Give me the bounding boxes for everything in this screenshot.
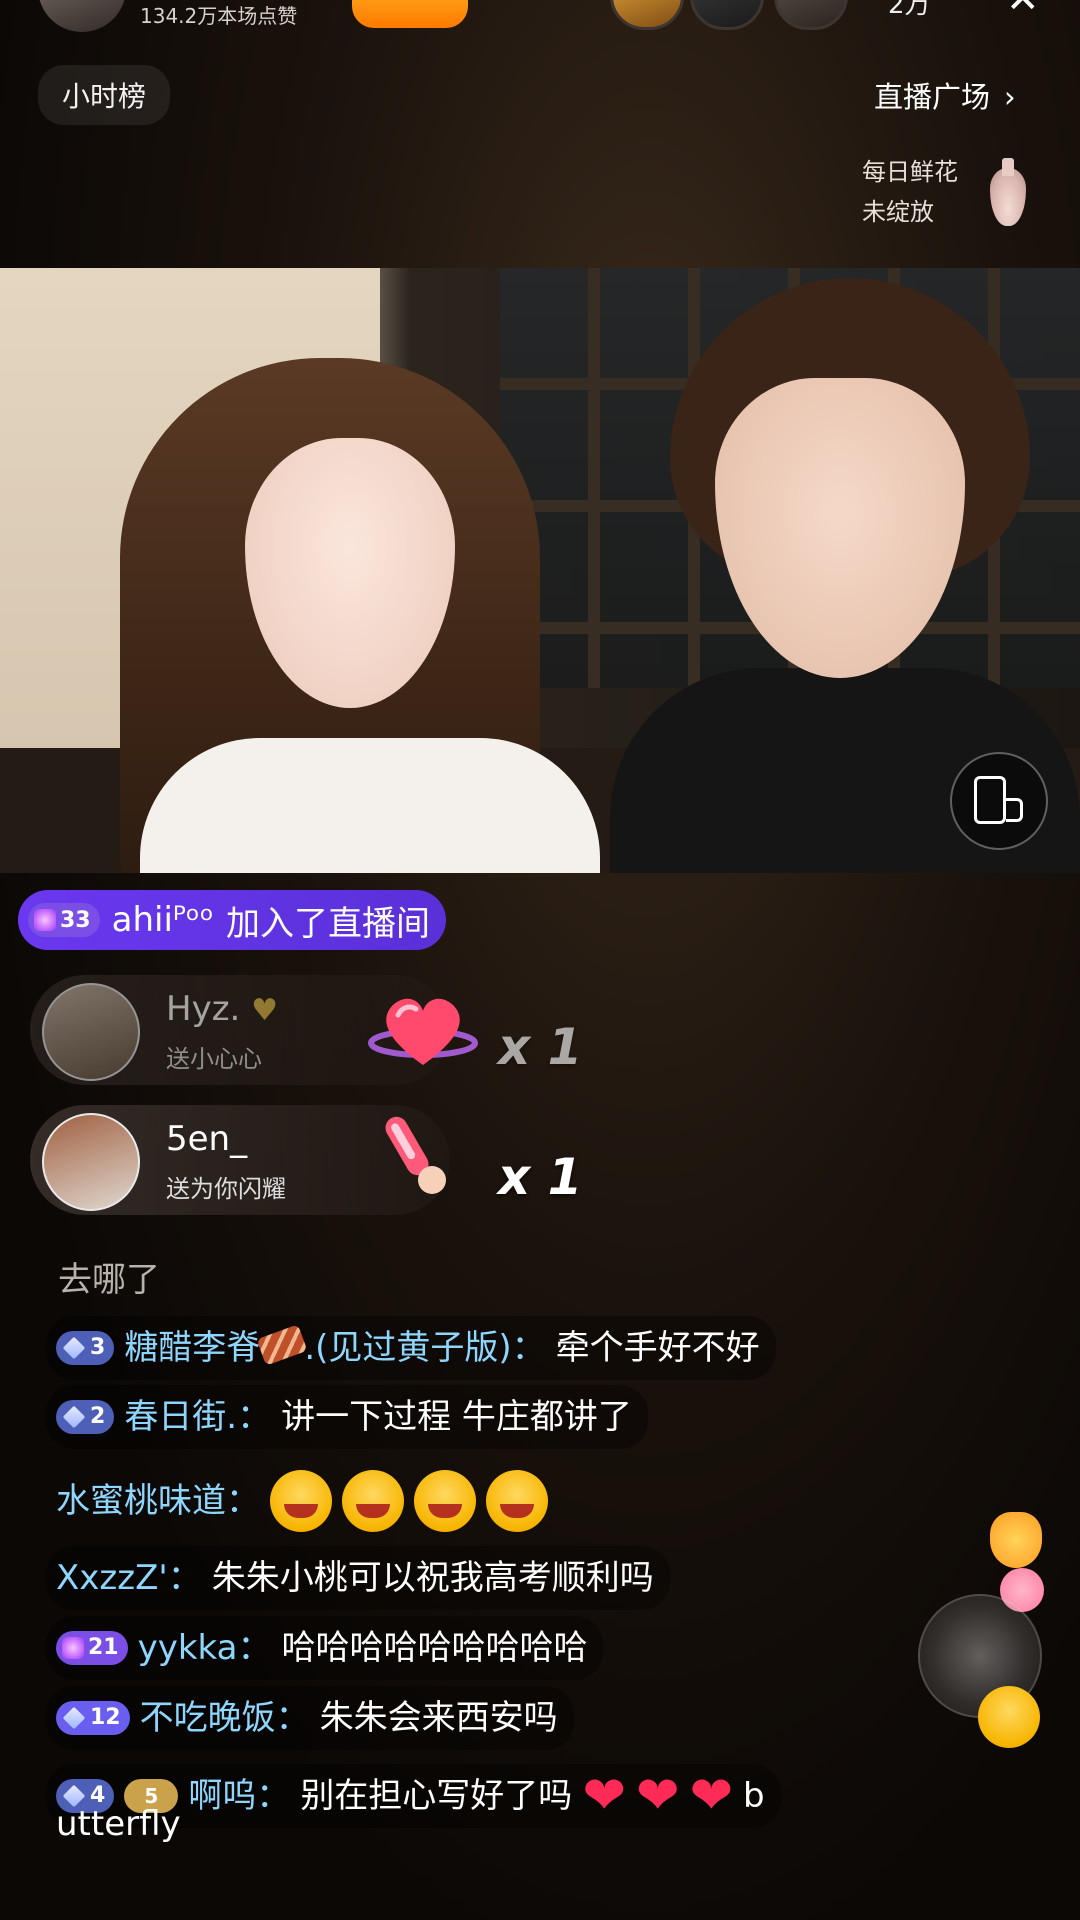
likes-count: 134.2万本场点赞	[140, 4, 298, 28]
chat-text: 别在担心写好了吗	[300, 1776, 573, 1816]
chat-message[interactable]: 21 yykka： 哈哈哈哈哈哈哈哈哈	[46, 1616, 604, 1680]
join-username[interactable]: ahiiᴾᵒᵒ	[112, 900, 214, 940]
vase-icon[interactable]	[990, 158, 1026, 226]
laugh-cry-emoji	[270, 1470, 332, 1532]
chat-username[interactable]: 春日街.：	[124, 1393, 271, 1441]
live-square-link[interactable]: 直播广场 ›	[874, 74, 1016, 116]
live-video[interactable]	[0, 268, 1080, 873]
gift-sender-avatar[interactable]	[42, 983, 140, 1081]
chat-message[interactable]: 2 春日街.： 讲一下过程 牛庄都讲了	[46, 1385, 648, 1449]
level-badge: 2	[56, 1400, 115, 1434]
pentagon-gem-icon	[62, 1706, 86, 1730]
chat-text: 朱朱小桃可以祝我高考顺利吗	[211, 1558, 654, 1598]
viewer-avatar[interactable]	[610, 0, 684, 30]
chevron-right-icon: ›	[1004, 80, 1016, 114]
glowstick-gift-icon	[385, 1116, 446, 1194]
streamer-left-shirt	[140, 738, 600, 873]
level-badge: 12	[56, 1701, 130, 1735]
hexagon-icon	[34, 909, 56, 931]
gold-heart-icon: ♥	[251, 993, 279, 1028]
chat-message-fragment: 去哪了	[58, 1260, 160, 1300]
screen-rotate-button[interactable]	[950, 752, 1048, 850]
gift-description: 送为你闪耀	[166, 1175, 286, 1203]
chat-text: 朱朱会来西安吗	[319, 1698, 558, 1738]
gift-count: x 1	[498, 1018, 583, 1076]
red-heart-icon: ❤	[582, 1766, 626, 1826]
hexagon-icon	[62, 1637, 84, 1659]
join-banner: 33 ahiiᴾᵒᵒ 加入了直播间	[18, 890, 446, 950]
gift-sender-name: 5en_	[166, 1119, 248, 1159]
viewer-avatar[interactable]	[690, 0, 764, 30]
red-heart-icon: ❤	[635, 1766, 680, 1826]
level-number: 33	[60, 907, 91, 933]
gift-sender-name: Hyz. ♥	[166, 989, 279, 1029]
laugh-cry-emoji	[486, 1470, 548, 1532]
live-square-label: 直播广场	[874, 80, 991, 114]
chat-text-tail: b	[743, 1776, 765, 1816]
flower-line-2: 未绽放	[862, 198, 934, 226]
gift-sender-avatar[interactable]	[42, 1113, 140, 1211]
chat-message[interactable]: 水蜜桃味道：	[46, 1462, 564, 1540]
chat-text: 牵个手好不好	[555, 1328, 760, 1368]
top-bar: 134.2万本场点赞 2万 ✕ 小时榜 直播广场 › 每日鲜花 未绽放	[0, 0, 1080, 265]
phone-icon	[974, 776, 1006, 824]
flower-line-1: 每日鲜花	[862, 158, 958, 186]
chat-username[interactable]: 啊呜：	[188, 1772, 290, 1820]
viewer-avatar[interactable]	[774, 0, 848, 30]
chat-username[interactable]: 糖醋李脊 .(见过黄子版)：	[124, 1324, 546, 1372]
chat-text: 哈哈哈哈哈哈哈哈哈	[281, 1628, 588, 1668]
chat-username[interactable]: XxzzZ'：	[56, 1554, 202, 1602]
bacon-icon	[256, 1324, 308, 1366]
laugh-cry-emoji	[414, 1470, 476, 1532]
chat-username[interactable]: 水蜜桃味道：	[56, 1477, 260, 1525]
hour-rank-chip[interactable]: 小时榜	[38, 65, 171, 125]
follow-button[interactable]	[352, 0, 468, 28]
diamond-icon	[62, 1336, 86, 1360]
laugh-cry-emoji	[342, 1470, 404, 1532]
heart-gift-icon	[368, 998, 478, 1065]
level-badge: 21	[56, 1631, 128, 1665]
chat-username[interactable]: 不吃晚饭：	[140, 1694, 310, 1742]
chat-text-wrap: utterfly	[56, 1804, 181, 1844]
red-heart-icon: ❤	[689, 1766, 734, 1826]
rotate-icon	[1006, 798, 1023, 822]
daily-flower-status[interactable]: 每日鲜花 未绽放	[862, 152, 958, 232]
chat-username[interactable]: yykka：	[138, 1624, 272, 1672]
join-text: 加入了直播间	[225, 903, 430, 944]
chat-message[interactable]: 3 糖醋李脊 .(见过黄子版)： 牵个手好不好	[46, 1316, 776, 1380]
floating-reaction-icon	[990, 1512, 1042, 1568]
host-avatar[interactable]	[38, 0, 126, 32]
level-badge: 33	[28, 903, 100, 937]
chat-message[interactable]: XxzzZ'： 朱朱小桃可以祝我高考顺利吗	[46, 1546, 670, 1610]
diamond-icon	[62, 1405, 86, 1429]
gift-count: x 1	[498, 1148, 583, 1206]
gift-description: 送小心心	[166, 1045, 262, 1073]
laugh-cry-emoji	[978, 1686, 1040, 1748]
chat-message[interactable]: 12 不吃晚饭： 朱朱会来西安吗	[46, 1686, 574, 1750]
level-badge: 3	[56, 1331, 115, 1365]
close-button[interactable]: ✕	[1006, 0, 1040, 22]
viewer-count[interactable]: 2万	[888, 0, 931, 21]
chat-text: 讲一下过程 牛庄都讲了	[281, 1397, 632, 1437]
